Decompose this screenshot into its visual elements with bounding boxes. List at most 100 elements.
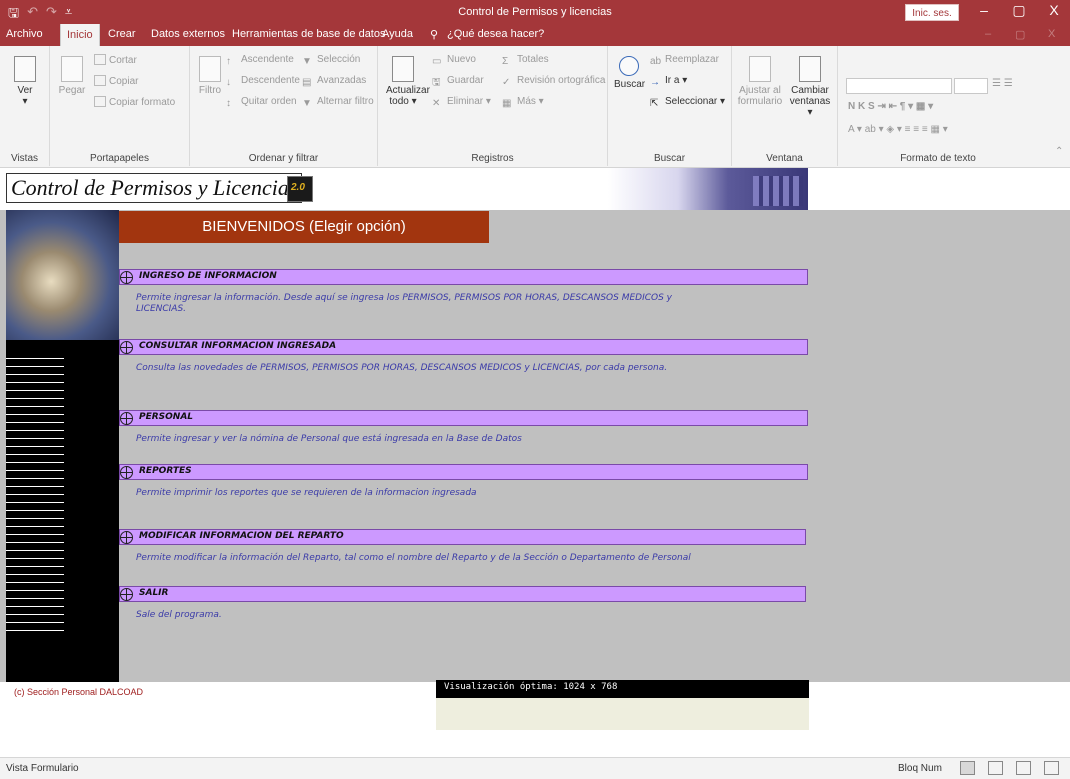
sign-in-button[interactable]: Inic. ses. <box>905 4 959 21</box>
sort-descending-button[interactable]: ↓ Descendente <box>226 75 300 88</box>
option-consultar-desc: Consulta las novedades de PERMISOS, PERM… <box>136 363 668 373</box>
view-icon <box>14 56 36 82</box>
copy-button[interactable]: Copiar <box>94 75 138 87</box>
welcome-banner: BIENVENIDOS (Elegir opción) <box>119 211 489 243</box>
ribbon-minimize-icon: – <box>985 28 992 40</box>
remove-sort-icon: ↕ <box>226 98 231 109</box>
view-status: Vista Formulario <box>6 763 79 774</box>
new-record-button[interactable]: ▭ Nuevo <box>432 54 476 67</box>
replace-button[interactable]: ab Reemplazar <box>650 54 719 67</box>
header-banner-image <box>608 168 808 210</box>
status-bar: Vista Formulario Bloq Num <box>0 757 1070 779</box>
left-decor-panel <box>6 210 119 690</box>
tab-inicio[interactable]: Inicio <box>60 24 100 46</box>
version-logo <box>287 176 313 202</box>
tab-archivo[interactable]: Archivo <box>6 28 43 40</box>
bullets-icon[interactable]: ☰ ☰ <box>992 78 1013 89</box>
advanced-button[interactable]: ▤ Avanzadas <box>302 75 366 88</box>
option-consultar[interactable]: CONSULTAR INFORMACION INGRESADA <box>119 339 808 355</box>
close-button[interactable]: X <box>1040 2 1068 18</box>
footer-bottom <box>0 730 1070 758</box>
form-view-icon[interactable] <box>960 761 975 775</box>
title-bar: 🖫 ↶ ↷ ⩡ Control de Permisos y licencias … <box>0 0 1070 46</box>
crosshair-icon <box>120 271 133 284</box>
cut-button[interactable]: Cortar <box>94 54 137 66</box>
ribbon-close-icon: X <box>1048 28 1056 40</box>
datasheet-view-icon[interactable] <box>988 761 1003 775</box>
restore-button[interactable]: ▢ <box>1005 2 1033 19</box>
more-button[interactable]: ▦ Más ▾ <box>502 96 544 109</box>
view-button[interactable]: Ver ▾ <box>12 56 38 107</box>
selection-button[interactable]: ▼ Selección <box>302 54 360 67</box>
font-size-combo[interactable] <box>954 78 988 94</box>
bold-italic-underline[interactable]: N K S ⇥ ⇤ ¶ ▾ ▦ ▾ <box>848 101 933 112</box>
crosshair-icon <box>120 588 133 601</box>
layout-view-icon[interactable] <box>1016 761 1031 775</box>
option-modificar[interactable]: MODIFICAR INFORMACION DEL REPARTO <box>119 529 806 545</box>
ribbon-restore-icon: ▢ <box>1015 29 1026 41</box>
refresh-all-button[interactable]: Actualizar todo ▾ <box>386 56 430 107</box>
tab-herramientas[interactable]: Herramientas de base de datos <box>232 28 385 40</box>
group-ventana: Ajustar al formulario Cambiar ventanas ▾ V… <box>732 46 838 166</box>
totals-icon: Σ <box>502 56 509 67</box>
option-reportes-desc: Permite imprimir los reportes que se req… <box>136 488 477 498</box>
select-button[interactable]: ⇱ Seleccionar ▾ <box>650 96 725 109</box>
goto-button[interactable]: → Ir a ▾ <box>650 75 687 88</box>
option-salir[interactable]: SALIR <box>119 586 806 602</box>
find-icon <box>619 56 639 76</box>
search-icon[interactable]: ⚲ <box>430 28 438 41</box>
spelling-button[interactable]: ✓ Revisión ortográfica <box>502 75 605 88</box>
group-formato: ☰ ☰ N K S ⇥ ⇤ ¶ ▾ ▦ ▾ A ▾ ab ▾ ◈ ▾ ≡ ≡ ≡… <box>838 46 1038 166</box>
tab-datos-externos[interactable]: Datos externos <box>151 28 225 40</box>
option-ingreso[interactable]: INGRESO DE INFORMACION <box>119 269 808 285</box>
new-record-icon: ▭ <box>432 56 442 67</box>
group-label-ventana: Ventana <box>766 153 803 164</box>
tab-crear[interactable]: Crear <box>108 28 136 40</box>
save-record-button[interactable]: 🖫 Guardar <box>432 75 484 88</box>
tab-ayuda[interactable]: Ayuda <box>382 28 413 40</box>
paste-icon <box>61 56 83 82</box>
crosshair-icon <box>120 531 133 544</box>
fit-form-button[interactable]: Ajustar al formulario <box>736 56 784 107</box>
group-label-formato: Formato de texto <box>900 153 976 164</box>
collapse-ribbon-icon[interactable]: ⌃ <box>1055 146 1063 157</box>
font-color-row[interactable]: A ▾ ab ▾ ◈ ▾ ≡ ≡ ≡ ▦ ▾ <box>848 124 948 135</box>
crosshair-icon <box>120 466 133 479</box>
format-painter-icon <box>94 96 106 107</box>
switch-windows-button[interactable]: Cambiar ventanas ▾ <box>786 56 834 118</box>
toggle-filter-button[interactable]: ▼ Alternar filtro <box>302 96 374 109</box>
paste-button[interactable]: Pegar <box>58 56 86 96</box>
replace-icon: ab <box>650 56 662 67</box>
tell-me-input[interactable]: ¿Qué desea hacer? <box>447 28 544 40</box>
font-name-combo[interactable] <box>846 78 952 94</box>
group-ordenar: Filtro ↑ Ascendente ↓ Descendente ↕ Quitar … <box>190 46 378 166</box>
find-button[interactable]: Buscar <box>614 56 645 90</box>
advanced-icon: ▤ <box>302 77 312 88</box>
copy-icon <box>94 75 106 86</box>
sort-ascending-button[interactable]: ↑ Ascendente <box>226 54 294 67</box>
minimize-button[interactable]: – <box>970 2 998 18</box>
option-salir-desc: Sale del programa. <box>136 610 222 620</box>
filter-icon <box>199 56 221 82</box>
more-icon: ▦ <box>502 98 512 109</box>
delete-record-button[interactable]: ✕ Eliminar ▾ <box>432 96 491 109</box>
option-personal[interactable]: PERSONAL <box>119 410 808 426</box>
format-painter-button[interactable]: Copiar formato <box>94 96 175 108</box>
design-view-icon[interactable] <box>1044 761 1059 775</box>
group-registros: Actualizar todo ▾ ▭ Nuevo 🖫 Guardar ✕ Elimin… <box>378 46 608 166</box>
numlock-status: Bloq Num <box>898 763 942 774</box>
filter-button[interactable]: Filtro <box>196 56 224 96</box>
ribbon: Ver ▾ Vistas Pegar Cortar Copiar Copiar f… <box>0 46 1070 168</box>
remove-sort-button[interactable]: ↕ Quitar orden <box>226 96 297 109</box>
select-icon: ⇱ <box>650 98 659 109</box>
totals-button[interactable]: Σ Totales <box>502 54 549 67</box>
form-header: Control de Permisos y Licencias <box>0 168 1070 210</box>
crosshair-icon <box>120 341 133 354</box>
switch-windows-icon <box>799 56 821 82</box>
group-vistas: Ver ▾ Vistas <box>0 46 50 166</box>
group-label-buscar: Buscar <box>653 153 686 164</box>
option-modificar-desc: Permite modificar la información del Rep… <box>136 553 691 563</box>
option-ingreso-desc: Permite ingresar la información. Desde a… <box>136 293 672 314</box>
option-reportes[interactable]: REPORTES <box>119 464 808 480</box>
footer-panel <box>436 698 809 730</box>
